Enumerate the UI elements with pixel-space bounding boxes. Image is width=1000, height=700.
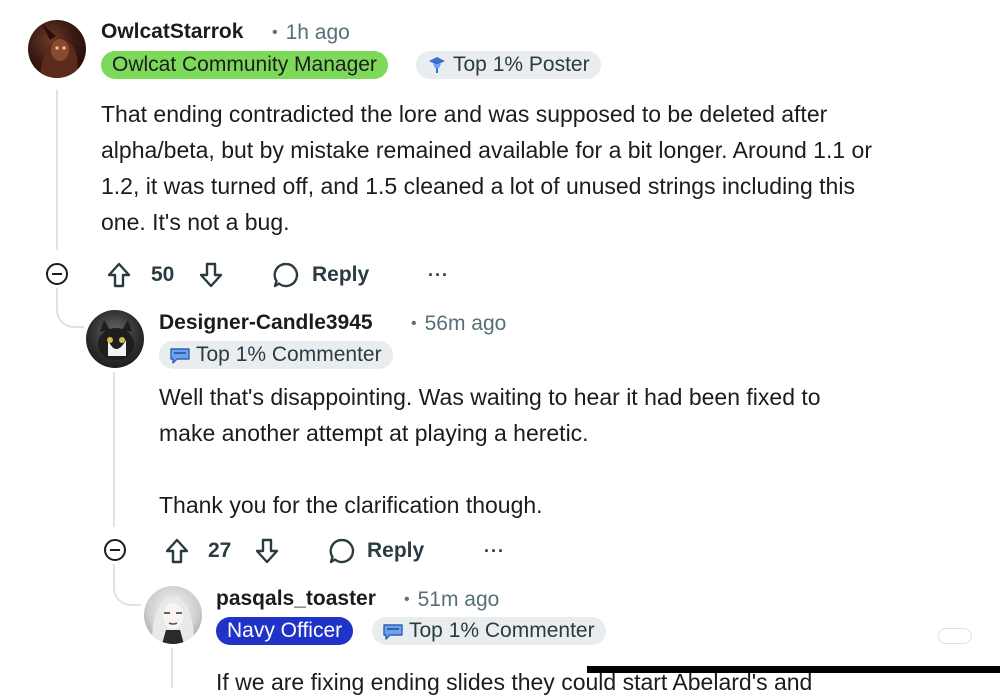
achievement-badge[interactable]: Top 1% Poster (416, 51, 601, 79)
avatar-cat-icon (98, 320, 134, 360)
achievement-badge[interactable]: Top 1% Commenter (159, 341, 393, 369)
arrow-up-icon[interactable] (164, 537, 190, 565)
user-flair: Navy Officer (216, 617, 354, 645)
thread-line-1 (56, 90, 58, 250)
comment-body: That ending contradicted the lore and wa… (101, 101, 872, 235)
commenter-badge-icon (170, 348, 190, 364)
avatar-art-icon (40, 24, 78, 78)
watermark (938, 628, 972, 644)
speech-bubble-icon[interactable] (272, 261, 300, 289)
user-flair: Owlcat Community Manager (101, 51, 388, 79)
comment-timestamp: • 51m ago (404, 588, 500, 611)
comment-username[interactable]: OwlcatStarrok (101, 20, 243, 44)
comment-body: Well that's disappointing. Was waiting t… (159, 384, 821, 518)
arrow-up-icon[interactable] (106, 261, 132, 289)
reply-button[interactable]: Reply (312, 263, 369, 287)
vote-count: 27 (208, 539, 232, 562)
achievement-badge[interactable]: Top 1% Commenter (372, 617, 606, 645)
avatar-portrait-icon (152, 596, 194, 644)
more-options-button[interactable]: ··· (484, 541, 505, 562)
avatar[interactable] (144, 586, 202, 644)
arrow-down-icon[interactable] (254, 537, 280, 565)
achievement-label: Top 1% Commenter (409, 619, 595, 642)
arrow-down-icon[interactable] (198, 261, 224, 289)
thread-branch-2 (113, 564, 141, 606)
achievement-label: Top 1% Commenter (196, 343, 382, 366)
collapse-thread-button[interactable] (46, 263, 68, 285)
comment-timestamp: • 1h ago (272, 21, 350, 44)
reply-button[interactable]: Reply (367, 539, 424, 563)
thread-line-2 (113, 372, 115, 527)
thread-branch-1 (56, 288, 84, 328)
commenter-badge-icon (383, 624, 403, 640)
avatar[interactable] (28, 20, 86, 78)
speech-bubble-icon[interactable] (328, 537, 356, 565)
more-options-button[interactable]: ··· (428, 265, 449, 286)
poster-badge-icon (429, 57, 445, 73)
vote-count: 50 (151, 263, 175, 286)
comment-timestamp: • 56m ago (411, 312, 507, 335)
collapse-thread-button[interactable] (104, 539, 126, 561)
comment-username[interactable]: pasqals_toaster (216, 587, 376, 611)
thread-line-3 (171, 648, 173, 688)
overlay-bar (587, 666, 1000, 673)
comment-username[interactable]: Designer-Candle3945 (159, 311, 373, 335)
achievement-label: Top 1% Poster (453, 53, 590, 76)
avatar[interactable] (86, 310, 144, 368)
